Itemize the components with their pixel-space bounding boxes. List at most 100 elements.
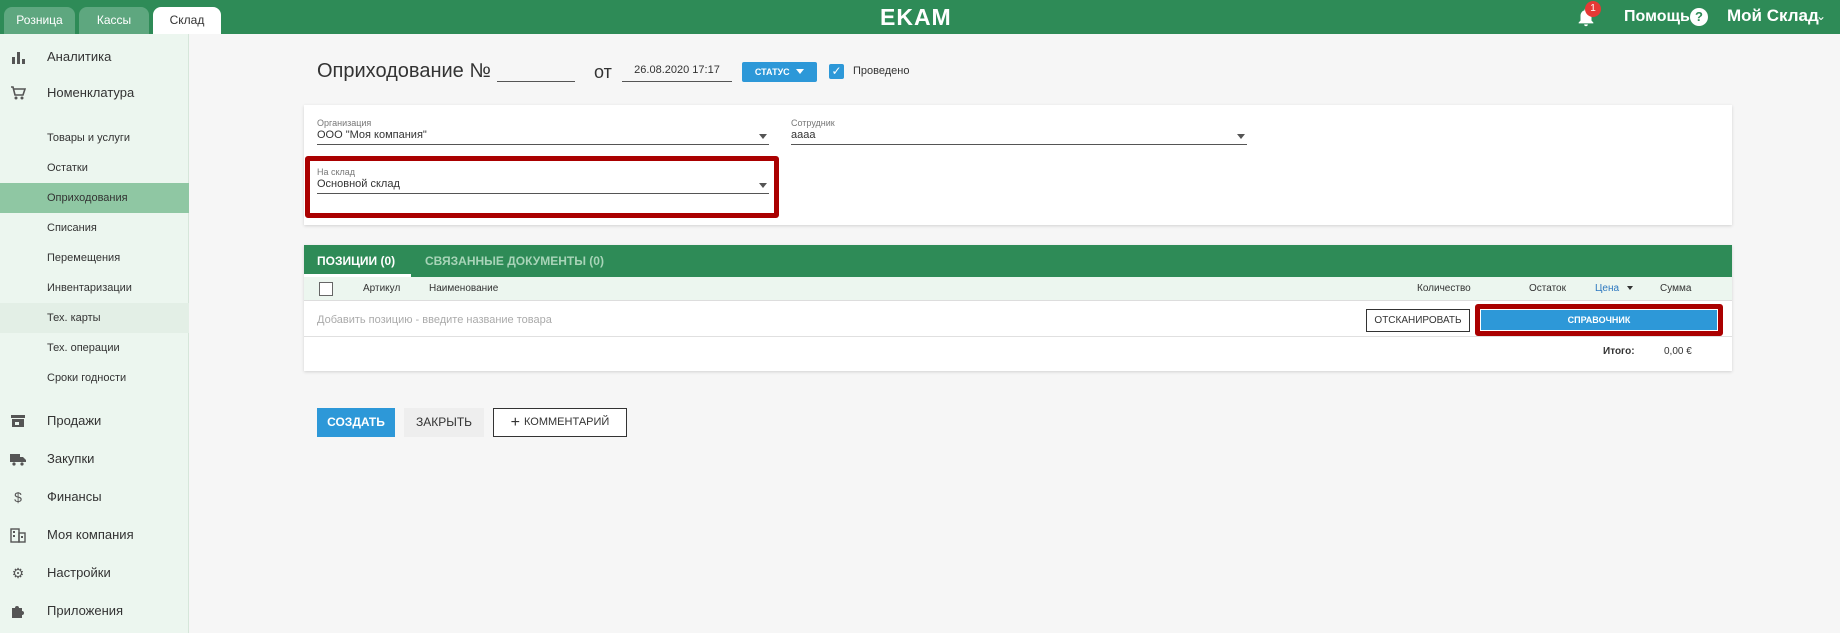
sidebar-item-label: Номенклатура [47, 85, 135, 100]
sidebar-item-label: Продажи [47, 413, 102, 428]
truck-icon [10, 454, 26, 466]
help-icon[interactable]: ? [1690, 8, 1708, 26]
sidebar-item-label: Аналитика [47, 49, 112, 64]
help-link[interactable]: Помощь [1624, 8, 1690, 26]
sidebar-subitem-inventories[interactable]: Инвентаризации [0, 273, 189, 303]
gear-icon: ⚙ [11, 565, 25, 581]
page-title: Оприходование № [317, 60, 491, 82]
top-bar: Розница Кассы Склад EKAM 1 Помощь ? Мой … [0, 0, 1840, 34]
sidebar-item-label: Финансы [47, 489, 102, 504]
close-button[interactable]: ЗАКРЫТЬ [404, 408, 484, 437]
store-icon [11, 415, 25, 427]
document-number-input[interactable] [497, 81, 575, 82]
tab-related-documents[interactable]: СВЯЗАННЫЕ ДОКУМЕНТЫ (0) [425, 254, 604, 268]
tab-retail[interactable]: Розница [4, 7, 75, 34]
status-label: СТАТУС [754, 67, 790, 77]
sidebar-subitem-label: Инвентаризации [47, 282, 132, 294]
sidebar-subitem-label: Списания [47, 222, 97, 234]
create-button[interactable]: СОЗДАТЬ [317, 408, 395, 437]
sidebar-subitem-label: Перемещения [47, 252, 121, 264]
account-menu[interactable]: Мой Склад [1727, 6, 1819, 26]
sidebar-item-finance[interactable]: $ Финансы [0, 482, 189, 512]
sidebar-item-label: Моя компания [47, 527, 134, 542]
column-quantity[interactable]: Количество [1417, 283, 1471, 294]
positions-panel: ПОЗИЦИИ (0) СВЯЗАННЫЕ ДОКУМЕНТЫ (0) Арти… [304, 245, 1732, 371]
dollar-icon: $ [14, 489, 22, 505]
add-comment-button[interactable]: + КОММЕНТАРИЙ [493, 408, 627, 437]
document-form-card: Организация ООО "Моя компания" Сотрудник… [304, 105, 1732, 225]
chevron-down-icon[interactable]: ⌄ [1816, 9, 1826, 23]
column-sum[interactable]: Сумма [1660, 283, 1691, 294]
sidebar-subitem-writeoffs[interactable]: Списания [0, 213, 189, 243]
column-price-label: Цена [1595, 283, 1620, 294]
caret-down-icon [759, 183, 767, 188]
cart-icon [11, 86, 26, 100]
sidebar-subitem-label: Товары и услуги [47, 132, 131, 144]
sidebar-item-settings[interactable]: ⚙ Настройки [0, 558, 189, 588]
caret-down-icon [796, 69, 805, 74]
scan-button[interactable]: ОТСКАНИРОВАТЬ [1366, 309, 1470, 332]
employee-value: аааа [791, 129, 816, 141]
sidebar-item-purchases[interactable]: Закупки [0, 444, 189, 474]
sidebar-item-analytics[interactable]: Аналитика [0, 42, 189, 72]
sidebar-subitem-goods[interactable]: Товары и услуги [0, 123, 189, 153]
sidebar-item-nomenclature[interactable]: Номенклатура [0, 78, 189, 108]
caret-down-icon [1237, 134, 1245, 139]
positions-tabs: ПОЗИЦИИ (0) СВЯЗАННЫЕ ДОКУМЕНТЫ (0) [304, 245, 1732, 277]
sidebar-item-apps[interactable]: Приложения [0, 596, 189, 626]
plus-icon: + [510, 414, 521, 431]
total-value: 0,00 € [1664, 346, 1692, 357]
sidebar-subitem-tech-operations[interactable]: Тех. операции [0, 333, 189, 363]
comment-label: КОММЕНТАРИЙ [524, 416, 610, 428]
conducted-label: Проведено [853, 65, 910, 77]
caret-down-icon [759, 134, 767, 139]
sidebar-subitem-label: Тех. карты [47, 312, 101, 324]
sidebar-subitem-label: Остатки [47, 162, 88, 174]
tab-positions[interactable]: ПОЗИЦИИ (0) [317, 254, 395, 268]
add-position-input[interactable]: Добавить позицию - введите название това… [317, 314, 552, 326]
puzzle-icon [12, 606, 24, 618]
column-stock[interactable]: Остаток [1529, 283, 1566, 294]
sidebar-item-label: Закупки [47, 451, 95, 466]
warehouse-field[interactable]: На склад Основной склад [317, 167, 769, 194]
notification-badge: 1 [1585, 1, 1601, 17]
sidebar-subitem-tech-cards[interactable]: Тех. карты [0, 303, 189, 333]
warehouse-select[interactable]: Основной склад [317, 178, 769, 194]
sidebar-subitem-receipts[interactable]: Оприходования [0, 183, 189, 213]
sidebar-subitem-stock[interactable]: Остатки [0, 153, 189, 183]
sidebar-subitem-label: Сроки годности [47, 372, 127, 384]
warehouse-label: На склад [317, 167, 356, 177]
employee-select[interactable]: аааа [791, 129, 1247, 145]
sidebar-item-label: Приложения [47, 603, 124, 618]
employee-field[interactable]: Сотрудник аааа [791, 118, 1247, 145]
employee-label: Сотрудник [791, 118, 835, 128]
sidebar-subitem-expiry[interactable]: Сроки годности [0, 363, 189, 393]
select-all-checkbox[interactable] [319, 282, 333, 296]
organization-label: Организация [317, 118, 372, 128]
tab-warehouse[interactable]: Склад [153, 7, 221, 34]
status-dropdown-button[interactable]: СТАТУС [742, 62, 817, 82]
organization-field[interactable]: Организация ООО "Моя компания" [317, 118, 769, 145]
conducted-checkbox[interactable]: ✓ [829, 64, 844, 79]
sort-caret-icon [1626, 286, 1633, 290]
column-price[interactable]: Цена [1595, 283, 1633, 294]
logo: EKAM [880, 4, 952, 30]
bar-chart-icon [12, 52, 25, 64]
sidebar: Аналитика Номенклатура Товары и услуги О… [0, 34, 189, 633]
sidebar-item-sales[interactable]: Продажи [0, 406, 189, 436]
total-label: Итого: [1603, 346, 1635, 357]
column-name[interactable]: Наименование [429, 283, 498, 294]
tab-cashboxes[interactable]: Кассы [79, 7, 149, 34]
reference-button[interactable]: СПРАВОЧНИК [1481, 310, 1717, 330]
sidebar-item-company[interactable]: Моя компания [0, 520, 189, 550]
date-input[interactable]: 26.08.2020 17:17 [622, 62, 732, 82]
from-label: от [594, 62, 612, 82]
sidebar-item-label: Настройки [47, 565, 111, 580]
sidebar-subitem-label: Тех. операции [47, 342, 120, 354]
column-article[interactable]: Артикул [363, 283, 400, 294]
table-header: Артикул Наименование Количество Остаток … [304, 277, 1732, 301]
warehouse-value: Основной склад [317, 178, 400, 190]
sidebar-subitem-label: Оприходования [47, 192, 128, 204]
sidebar-subitem-transfers[interactable]: Перемещения [0, 243, 189, 273]
organization-select[interactable]: ООО "Моя компания" [317, 129, 769, 145]
